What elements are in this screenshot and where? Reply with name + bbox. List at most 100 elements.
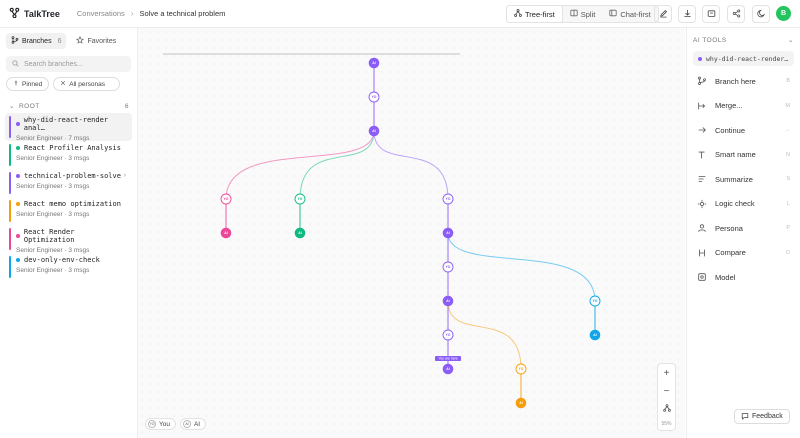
- branch-item[interactable]: React Render Optimization Senior Engineer…: [5, 225, 132, 254]
- tool-persona[interactable]: Persona P: [687, 216, 800, 241]
- persona-filter-icon: [60, 80, 66, 88]
- tool-continue[interactable]: Continue →: [687, 118, 800, 143]
- ai-node[interactable]: AI: [220, 227, 232, 239]
- branch-item[interactable]: React memo optimization Senior Engineer ·…: [5, 197, 132, 225]
- app-logo[interactable]: TalkTree: [9, 7, 60, 20]
- node-label: AI: [446, 299, 449, 303]
- view-split-label: Split: [580, 9, 596, 19]
- tool-branch-here[interactable]: Branch here B: [687, 69, 800, 94]
- node-label: YO: [298, 197, 303, 201]
- tool-model[interactable]: Model: [687, 265, 800, 290]
- tab-favorites[interactable]: Favorites: [71, 33, 121, 49]
- node-label: AI: [372, 129, 375, 133]
- message-icon: [741, 412, 749, 422]
- branch-list: why-did-react-render anal… Senior Enginee…: [0, 113, 137, 281]
- tool-compare[interactable]: Compare D: [687, 241, 800, 266]
- ai-node[interactable]: AI: [515, 397, 527, 409]
- edit-button[interactable]: [654, 5, 672, 23]
- node-label: AI: [446, 231, 449, 235]
- search-branches-input[interactable]: Search branches...: [6, 56, 131, 72]
- you-node[interactable]: YO: [368, 91, 380, 103]
- breadcrumb-conversations[interactable]: Conversations: [77, 9, 125, 18]
- collapse-chevron-icon[interactable]: ⌄: [788, 36, 794, 44]
- branch-color-dot: [16, 234, 20, 238]
- tree-canvas[interactable]: [138, 28, 685, 438]
- branch-color-dot: [16, 258, 20, 262]
- tree-logo-icon: [9, 7, 20, 20]
- ai-node[interactable]: AI: [442, 295, 454, 307]
- view-chat-first-label: Chat-first: [620, 9, 651, 19]
- node-label: YO: [224, 197, 229, 201]
- ai-node[interactable]: AI: [368, 125, 380, 137]
- zoom-in-button[interactable]: +: [657, 364, 676, 382]
- ai-node[interactable]: AI: [294, 227, 306, 239]
- tool-merge[interactable]: Merge... M: [687, 94, 800, 119]
- you-node[interactable]: YO: [442, 261, 454, 273]
- tool-shortcut: P: [786, 225, 790, 232]
- view-tree-first-label: Tree-first: [525, 9, 555, 19]
- view-mode-switch: Tree-first Split Chat-first: [506, 5, 659, 23]
- you-node[interactable]: YO: [294, 193, 306, 205]
- selected-branch[interactable]: why-did-react-render…: [693, 51, 794, 66]
- zoom-out-button[interactable]: −: [657, 382, 676, 400]
- zoom-level: 55%: [661, 421, 672, 427]
- ai-node[interactable]: AI: [442, 227, 454, 239]
- tool-logic-check[interactable]: Logic check L: [687, 192, 800, 217]
- root-label: ROOT: [18, 102, 40, 110]
- branch-icon: [11, 36, 19, 46]
- branch-item[interactable]: technical-problem-solve Senior Engineer ·…: [5, 169, 132, 197]
- branch-title: technical-problem-solve: [24, 172, 121, 180]
- root-count: 6: [124, 102, 129, 110]
- tool-smart-name[interactable]: Smart name N: [687, 143, 800, 168]
- you-node[interactable]: YO: [515, 363, 527, 375]
- ai-tools-header: AI TOOLS: [693, 36, 727, 44]
- tab-branches-label: Branches: [22, 37, 52, 45]
- avatar[interactable]: B: [776, 6, 791, 21]
- tool-shortcut: N: [786, 151, 790, 158]
- branch-color-bar: [9, 228, 11, 250]
- branch-color-bar: [9, 200, 11, 222]
- branch-persona: Senior Engineer: [16, 211, 63, 218]
- breadcrumb-current: Solve a technical problem: [139, 9, 226, 18]
- ai-node[interactable]: AI: [368, 57, 380, 69]
- you-node[interactable]: YO: [589, 295, 601, 307]
- view-split-button[interactable]: Split: [563, 6, 603, 22]
- branch-color-bar: [9, 172, 11, 194]
- share-button[interactable]: [727, 5, 745, 23]
- ai-node[interactable]: AI: [442, 363, 454, 375]
- view-tree-first-button[interactable]: Tree-first: [506, 5, 563, 23]
- root-group-header[interactable]: ⌄ ROOT 6: [0, 96, 137, 113]
- you-node[interactable]: YO: [220, 193, 232, 205]
- tab-branches[interactable]: Branches 6: [6, 33, 67, 49]
- download-button[interactable]: [678, 5, 696, 23]
- ai-tools-panel: AI TOOLS ⌄ why-did-react-render… Branch …: [686, 28, 800, 438]
- node-label: AI: [446, 367, 449, 371]
- node-label: YO: [593, 299, 598, 303]
- branch-msg-count: 3 msgs: [68, 267, 90, 274]
- theme-toggle-button[interactable]: [752, 5, 770, 23]
- node-label: YO: [446, 197, 451, 201]
- node-label: YO: [519, 367, 524, 371]
- branch-item[interactable]: React Profiler Analysis Senior Engineer ·…: [5, 141, 132, 169]
- filter-personas[interactable]: All personas: [53, 77, 121, 91]
- filter-pinned[interactable]: Pinned: [6, 77, 50, 91]
- chevron-right-icon[interactable]: ›: [124, 172, 126, 179]
- archive-button[interactable]: [702, 5, 720, 23]
- tool-label: Branch here: [715, 76, 756, 86]
- tool-shortcut: D: [786, 249, 790, 256]
- tool-label: Persona: [715, 223, 743, 233]
- you-node[interactable]: YO: [442, 329, 454, 341]
- you-node[interactable]: YO: [442, 193, 454, 205]
- legend-ai: AI AI: [179, 418, 207, 430]
- tool-summarize[interactable]: Summarize S: [687, 167, 800, 192]
- view-chat-first-button[interactable]: Chat-first: [602, 6, 657, 22]
- branch-item[interactable]: why-did-react-render anal… Senior Enginee…: [5, 113, 132, 142]
- star-icon: [76, 35, 85, 46]
- branch-item[interactable]: dev-only-env-check Senior Engineer · 3 ms…: [5, 253, 132, 281]
- fit-tree-button[interactable]: [657, 400, 676, 418]
- feedback-button[interactable]: Feedback: [734, 409, 790, 424]
- download-icon: [683, 9, 692, 20]
- tool-label: Compare: [715, 248, 746, 258]
- share-icon: [732, 9, 741, 20]
- ai-node[interactable]: AI: [589, 329, 601, 341]
